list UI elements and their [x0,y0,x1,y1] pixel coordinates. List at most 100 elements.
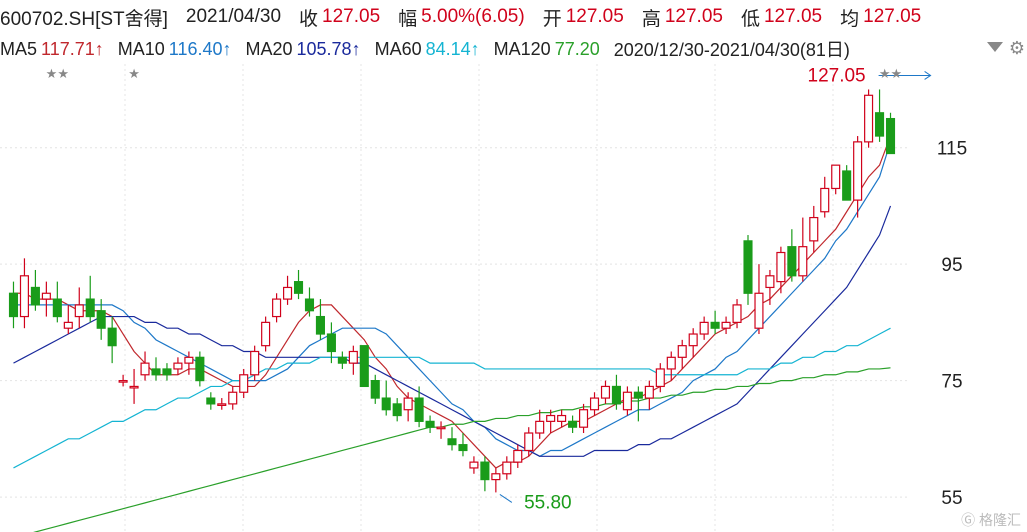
candle-up [754,292,764,329]
candle-down [85,298,95,318]
candle-up [864,94,874,143]
candle-up [74,304,84,318]
candle-up [217,403,227,406]
candle-up [765,275,775,289]
change-label: 幅 [398,8,418,30]
change-value: 5.00%(6.05) [421,6,525,27]
candle-up [535,420,545,434]
candle-up [348,350,358,364]
y-tick-label: 55 [941,488,962,509]
candle-up [469,461,479,469]
candle-up [809,216,819,242]
candle-down [743,240,753,294]
candle-down [414,397,424,422]
y-tick-label: 75 [941,372,962,393]
candle-up [557,414,567,422]
candle-down [875,112,885,137]
close-label: 收 [299,8,319,30]
date-range: 2020/12/30-2021/04/30(81日) [613,40,850,60]
candle-down [447,438,457,446]
avg-label: 均 [840,8,860,30]
candle-up [655,368,665,388]
min-price-label: 55.80 [524,492,572,513]
candle-down [885,117,896,155]
candle-up [644,385,654,399]
candle-down [206,397,216,405]
candle-down [392,403,402,417]
watermark-logo: Ⓖ 格隆汇 [961,512,1021,528]
candle-up [513,449,523,463]
quote-date: 2021/04/30 [185,6,282,27]
star-marker: ★★ [879,67,902,82]
candle-up [19,275,29,318]
avg-value: 127.05 [863,6,922,27]
candle-up [272,298,282,318]
ma60-value: 84.14↑ [425,38,480,59]
candle-down [337,356,347,364]
ma20-label: MA20 [245,38,293,59]
y-tick-label: 95 [941,255,962,276]
candle-up [776,251,786,283]
ma120-value: 77.20 [554,38,600,59]
chevron-down-icon[interactable] [987,42,1003,52]
candle-down [326,333,336,353]
candle-down [359,345,369,388]
candle-down [162,368,172,376]
candle-down [195,356,205,382]
candle-up [579,409,589,428]
watermark-text: 格隆汇 [979,512,1021,528]
candle-down [151,368,161,376]
candle-up [491,473,501,481]
kline-chart[interactable]: 557595115127.0555.80★★ ★ ★★ [0,64,1027,532]
candle-up [798,246,808,277]
candle-up [546,414,556,422]
high-label: 高 [641,8,661,30]
candle-up [184,356,194,364]
candle-up [502,461,512,475]
candle-up [261,321,271,347]
candle-down [633,391,643,399]
low-label: 低 [740,8,760,30]
close-value: 127.05 [322,6,381,27]
candle-down [787,246,797,277]
candle-down [293,281,304,294]
ma5-value: 117.71↑ [41,38,104,59]
ma-legend-bar: MA5 117.71↑ MA10 116.40↑ MA20 105.78↑ MA… [0,34,1027,64]
candle-down [107,327,117,347]
candle-up [173,362,183,370]
candle-down [52,298,62,318]
ma20-value: 105.78↑ [296,38,361,59]
gear-icon[interactable]: ⚙ [1009,38,1025,59]
candle-down [30,286,40,306]
candle-up [41,292,51,300]
candle-up [283,286,293,300]
candle-up [436,426,446,430]
ma5-label: MA5 [0,38,38,59]
candle-down [458,444,468,452]
candle-down [304,298,315,312]
stock-code[interactable]: 600702.SH[ST舍得] [0,4,168,31]
star-marker: ★ [128,67,140,82]
candle-up [831,164,841,190]
candle-up [118,380,128,383]
y-tick-label: 115 [937,139,967,160]
quote-header: 600702.SH[ST舍得] 2021/04/30 收 127.05 幅 5.00… [0,0,1027,34]
low-value: 127.05 [763,6,823,27]
candle-down [370,380,380,399]
candle-up [666,356,676,370]
candle-up [820,187,830,213]
open-value: 127.05 [565,6,624,27]
candle-down [611,385,621,405]
candle-down [315,315,325,335]
candle-up [589,397,600,411]
candle-up [688,333,698,347]
candle-up [677,345,687,358]
candle-up [250,350,260,376]
high-value: 127.05 [664,6,723,27]
candle-up [524,432,534,452]
candle-up [732,304,742,323]
ma10-label: MA10 [117,38,165,59]
candle-down [96,310,106,329]
candle-up [699,321,709,335]
candle-down [710,321,720,329]
